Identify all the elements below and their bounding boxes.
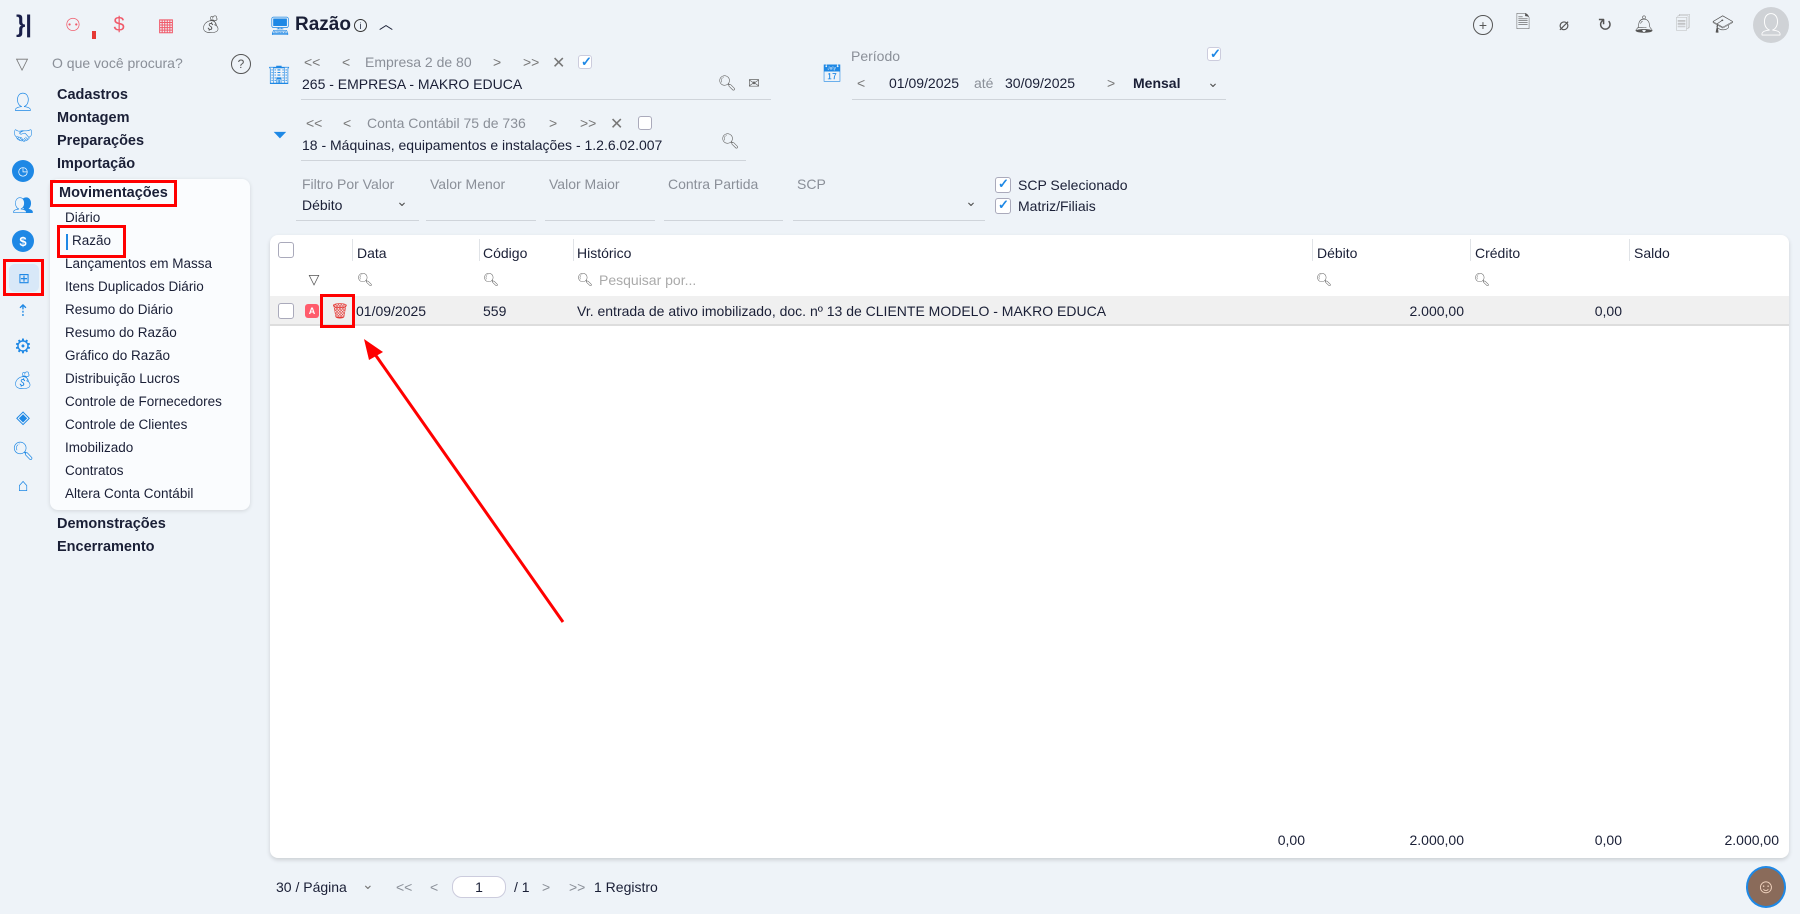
total-pages: / 1 <box>514 879 530 895</box>
assistant-avatar[interactable]: ☺ <box>1746 866 1786 908</box>
page-input[interactable]: 1 <box>452 876 506 898</box>
page-last-button[interactable]: >> <box>569 879 585 895</box>
per-page-select[interactable]: 30 / Página <box>276 879 347 895</box>
page-first-button[interactable]: << <box>396 879 412 895</box>
records-count: 1 Registro <box>594 879 658 895</box>
per-page-chevron-icon[interactable]: ⌄ <box>362 876 374 893</box>
page-prev-button[interactable]: < <box>430 879 438 895</box>
annotation-arrow <box>364 339 565 623</box>
page-next-button[interactable]: > <box>542 879 550 895</box>
